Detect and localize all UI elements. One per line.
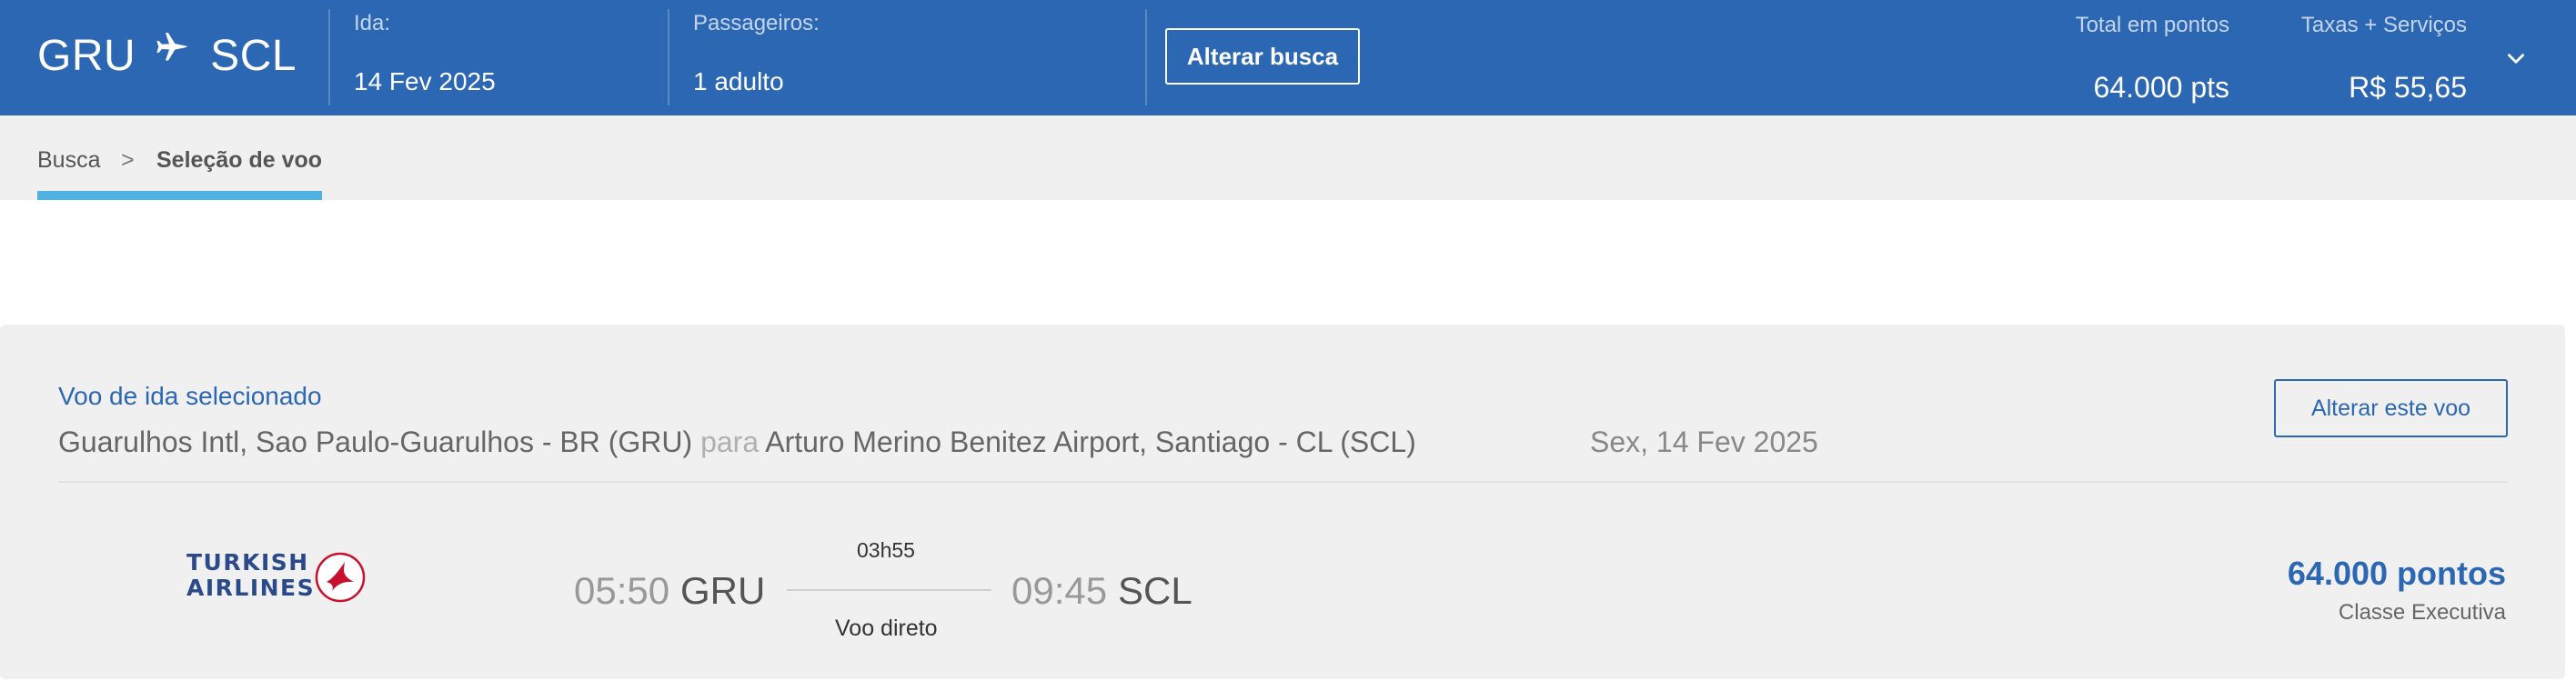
departure-label: Ida: (354, 11, 391, 35)
change-flight-button[interactable]: Alterar este voo (2274, 379, 2508, 437)
divider (58, 481, 2508, 483)
route-destination: Arturo Merino Benitez Airport, Santiago … (765, 426, 1416, 458)
taxes-value: R$ 55,65 (2349, 71, 2467, 104)
origin-code: GRU (37, 32, 136, 80)
flight-stops: Voo direto (835, 616, 938, 641)
breadcrumb-item-flight-selection: Seleção de voo (156, 147, 323, 173)
departure-date: 14 Fev 2025 (354, 67, 496, 95)
search-summary-bar: GRU SCL Ida: 14 Fev 2025 Passageiros: 1 … (0, 0, 2576, 115)
passengers-value: 1 adulto (693, 67, 784, 95)
selected-flight-panel: Voo de ida selecionado Guarulhos Intl, S… (0, 325, 2565, 679)
change-search-button[interactable]: Alterar busca (1165, 28, 1360, 85)
total-points-label: Total em pontos (2075, 13, 2229, 37)
airline-name-line1: TURKISH (186, 549, 309, 576)
route-summary: GRU SCL (37, 31, 297, 81)
arrival-time: 09:45 (1011, 569, 1108, 612)
breadcrumb: Busca > Seleção de voo (0, 115, 2576, 200)
flight-duration: 03h55 (857, 538, 915, 562)
plane-icon (156, 32, 188, 60)
departure-airport-code: GRU (680, 569, 766, 612)
arrival-airport-code: SCL (1118, 569, 1192, 612)
airline-logo: TURKISH AIRLINES (186, 549, 368, 607)
route-origin: Guarulhos Intl, Sao Paulo-Guarulhos - BR… (58, 426, 693, 458)
breadcrumb-item-search[interactable]: Busca (37, 147, 100, 174)
route-connector: para (700, 426, 760, 458)
airline-emblem-icon (315, 552, 366, 603)
duration-line (787, 589, 991, 591)
destination-code: SCL (210, 32, 297, 80)
cabin-class: Classe Executiva (2338, 600, 2506, 625)
departure-time: 05:50 (574, 569, 670, 612)
airline-name-line2: AIRLINES (186, 575, 316, 601)
breadcrumb-separator: > (121, 147, 135, 173)
active-step-indicator (37, 191, 322, 200)
passengers-label: Passageiros: (693, 11, 820, 35)
divider (328, 9, 330, 105)
total-points-value: 64.000 pts (2093, 71, 2229, 104)
selected-flight-title: Voo de ida selecionado (58, 382, 322, 410)
selected-flight-route: Guarulhos Intl, Sao Paulo-Guarulhos - BR… (58, 426, 1416, 459)
divider (1145, 9, 1147, 105)
divider (668, 9, 669, 105)
taxes-label: Taxas + Serviços (2300, 13, 2467, 37)
flight-points: 64.000 pontos (2287, 555, 2506, 592)
chevron-down-icon[interactable] (2504, 47, 2528, 71)
selected-flight-date: Sex, 14 Fev 2025 (1590, 426, 1818, 458)
